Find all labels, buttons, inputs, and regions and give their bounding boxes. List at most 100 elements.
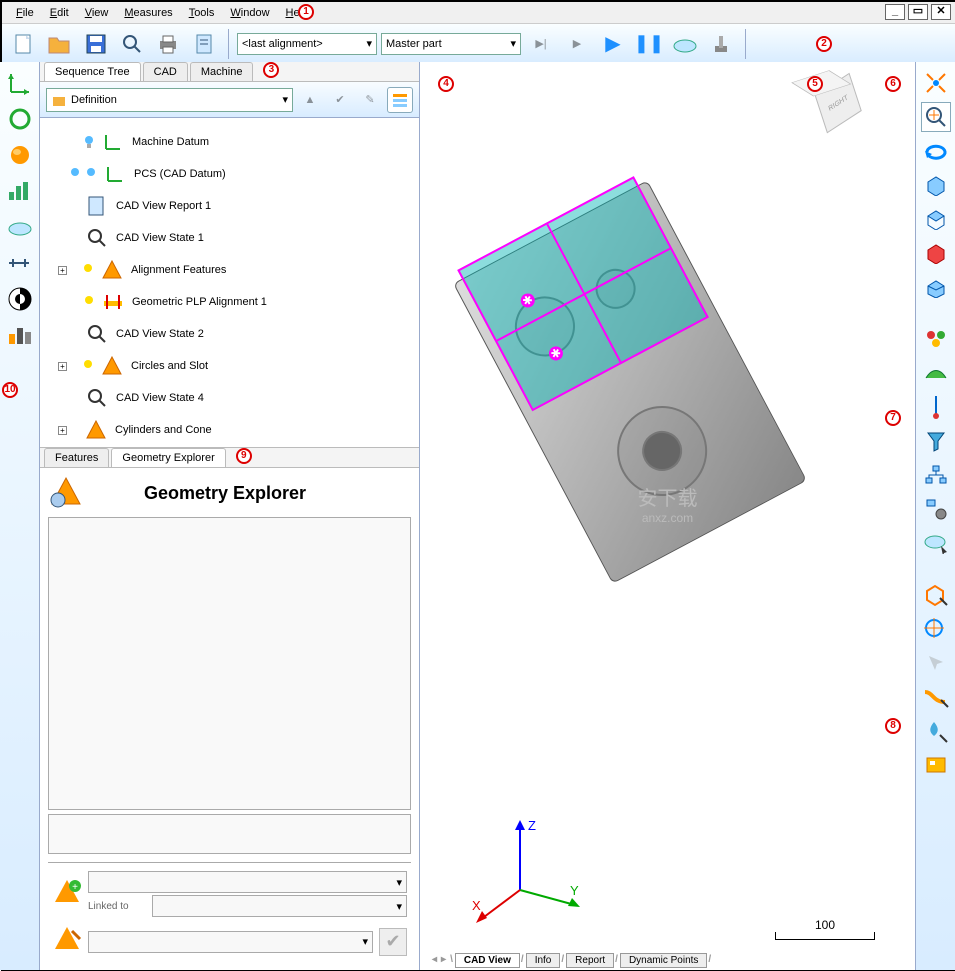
surface-cursor-icon[interactable] xyxy=(921,682,951,712)
close-button[interactable]: ✕ xyxy=(931,4,951,20)
check-button[interactable]: ✔ xyxy=(327,87,353,113)
minimize-button[interactable]: _ xyxy=(885,4,905,20)
axes-icon[interactable] xyxy=(5,68,35,98)
edit-feature-icon[interactable] xyxy=(52,925,82,958)
tree-item[interactable]: PCS (CAD Datum) xyxy=(44,158,415,190)
expand-icon[interactable]: + xyxy=(58,426,67,435)
new-button[interactable] xyxy=(8,28,40,60)
sphere-orange-icon[interactable] xyxy=(5,140,35,170)
bulb-icon xyxy=(84,135,94,149)
tree-item[interactable]: + Circles and Slot xyxy=(44,350,415,382)
tree-item-label: CAD View State 2 xyxy=(116,328,204,340)
funnel-icon[interactable] xyxy=(921,426,951,456)
tab-features[interactable]: Features xyxy=(44,448,109,467)
zoom-target-icon[interactable] xyxy=(921,102,951,132)
svg-text:X: X xyxy=(472,898,481,913)
definition-dropdown[interactable]: Definition▾ xyxy=(46,88,293,112)
menu-edit[interactable]: Edit xyxy=(42,5,77,21)
ge-list-upper[interactable] xyxy=(48,517,411,810)
view-tab-report[interactable]: Report xyxy=(566,953,614,968)
rotate-icon[interactable] xyxy=(921,136,951,166)
edit-button[interactable]: ✎ xyxy=(357,87,383,113)
open-button[interactable] xyxy=(44,28,76,60)
play-button[interactable]: ▶ xyxy=(597,28,629,60)
list-button[interactable] xyxy=(387,87,413,113)
tab-machine[interactable]: Machine xyxy=(190,62,254,81)
skip-prev-button[interactable]: ▶| xyxy=(525,28,557,60)
view-tab-cad[interactable]: CAD View xyxy=(455,953,520,968)
play-grey-button[interactable]: ▶ xyxy=(561,28,593,60)
alignment-dropdown[interactable]: <last alignment>▾ xyxy=(237,33,377,55)
network-icon[interactable] xyxy=(921,460,951,490)
cloud-icon[interactable] xyxy=(5,212,35,242)
tree-item[interactable]: + Cylinders and Cone xyxy=(44,414,415,446)
tree-item[interactable]: + Alignment Features xyxy=(44,254,415,286)
box-top-icon[interactable] xyxy=(921,204,951,234)
ge-combo-1[interactable]: ▾ xyxy=(88,871,407,893)
menu-file[interactable]: File xyxy=(8,5,42,21)
drop-cursor-icon[interactable] xyxy=(921,716,951,746)
machine-button[interactable] xyxy=(705,28,737,60)
bar-orange-icon[interactable] xyxy=(5,320,35,350)
probe-red-icon[interactable] xyxy=(921,392,951,422)
tab-sequence-tree[interactable]: Sequence Tree xyxy=(44,62,141,81)
circle-green-icon[interactable] xyxy=(5,104,35,134)
alignment-icon xyxy=(100,289,126,315)
report-button[interactable] xyxy=(188,28,220,60)
pause-button[interactable]: ❚❚ xyxy=(633,28,665,60)
warn-icon xyxy=(99,353,125,379)
add-feature-icon[interactable]: + xyxy=(52,878,82,911)
tree-item-label: PCS (CAD Datum) xyxy=(134,168,226,180)
target-cursor-icon[interactable] xyxy=(921,614,951,644)
print-button[interactable] xyxy=(152,28,184,60)
tab-geometry-explorer[interactable]: Geometry Explorer xyxy=(111,448,225,467)
tree-item[interactable]: Machine Datum xyxy=(44,126,415,158)
cad-viewport[interactable]: 4 5 6 7 8 RIGHT ✱ ✱ 安下载anxz.com xyxy=(420,62,915,970)
menu-window[interactable]: Window xyxy=(222,5,277,21)
search-button[interactable] xyxy=(116,28,148,60)
ge-list-lower[interactable] xyxy=(48,814,411,854)
menu-measures[interactable]: Measures xyxy=(116,5,180,21)
point-marker-icon: ✱ xyxy=(517,290,539,312)
box-red-icon[interactable] xyxy=(921,238,951,268)
tree-item[interactable]: CAD View State 2 xyxy=(44,318,415,350)
cloud-cursor-icon[interactable] xyxy=(921,528,951,558)
board-orange-icon[interactable] xyxy=(921,750,951,780)
caliper-icon[interactable] xyxy=(5,248,35,278)
apply-check-icon[interactable]: ✔ xyxy=(379,928,407,956)
maximize-button[interactable]: ▭ xyxy=(908,4,928,20)
view-tab-info[interactable]: Info xyxy=(526,953,561,968)
gear-net-icon[interactable] xyxy=(921,494,951,524)
menu-view[interactable]: View xyxy=(77,5,117,21)
surface-green-icon[interactable] xyxy=(921,358,951,388)
fit-icon[interactable] xyxy=(921,68,951,98)
target-bw-icon[interactable] xyxy=(5,284,35,314)
save-button[interactable] xyxy=(80,28,112,60)
box-blue-icon[interactable] xyxy=(921,170,951,200)
expand-icon[interactable]: + xyxy=(58,266,67,275)
ge-combo-linked[interactable]: ▾ xyxy=(152,895,407,917)
points-rgb-icon[interactable] xyxy=(921,324,951,354)
geometry-explorer-panel: Geometry Explorer + ▾ Linked to ▾ ▾ ✔ xyxy=(40,468,419,970)
view-tab-dynamic[interactable]: Dynamic Points xyxy=(620,953,707,968)
cloud-button[interactable] xyxy=(669,28,701,60)
up-button[interactable]: ▲ xyxy=(297,87,323,113)
annot-8: 8 xyxy=(885,718,901,734)
right-toolbar xyxy=(915,62,955,970)
ge-combo-2[interactable]: ▾ xyxy=(88,931,373,953)
menu-tools[interactable]: Tools xyxy=(181,5,223,21)
sequence-tree[interactable]: Machine Datum PCS (CAD Datum) CAD View R… xyxy=(40,118,419,448)
tree-item[interactable]: CAD View State 1 xyxy=(44,222,415,254)
cursor-grey-icon[interactable] xyxy=(921,648,951,678)
tree-item[interactable]: CAD View Report 1 xyxy=(44,190,415,222)
box-open-icon[interactable] xyxy=(921,272,951,302)
tab-cad[interactable]: CAD xyxy=(143,62,188,81)
expand-icon[interactable]: + xyxy=(58,362,67,371)
part-dropdown[interactable]: Master part▾ xyxy=(381,33,521,55)
tree-item[interactable]: CAD View State 4 xyxy=(44,382,415,414)
tree-item[interactable]: Geometric PLP Alignment 1 xyxy=(44,286,415,318)
box-cursor-icon[interactable] xyxy=(921,580,951,610)
annot-6: 6 xyxy=(885,76,901,92)
chart-green-icon[interactable] xyxy=(5,176,35,206)
search-icon xyxy=(84,225,110,251)
